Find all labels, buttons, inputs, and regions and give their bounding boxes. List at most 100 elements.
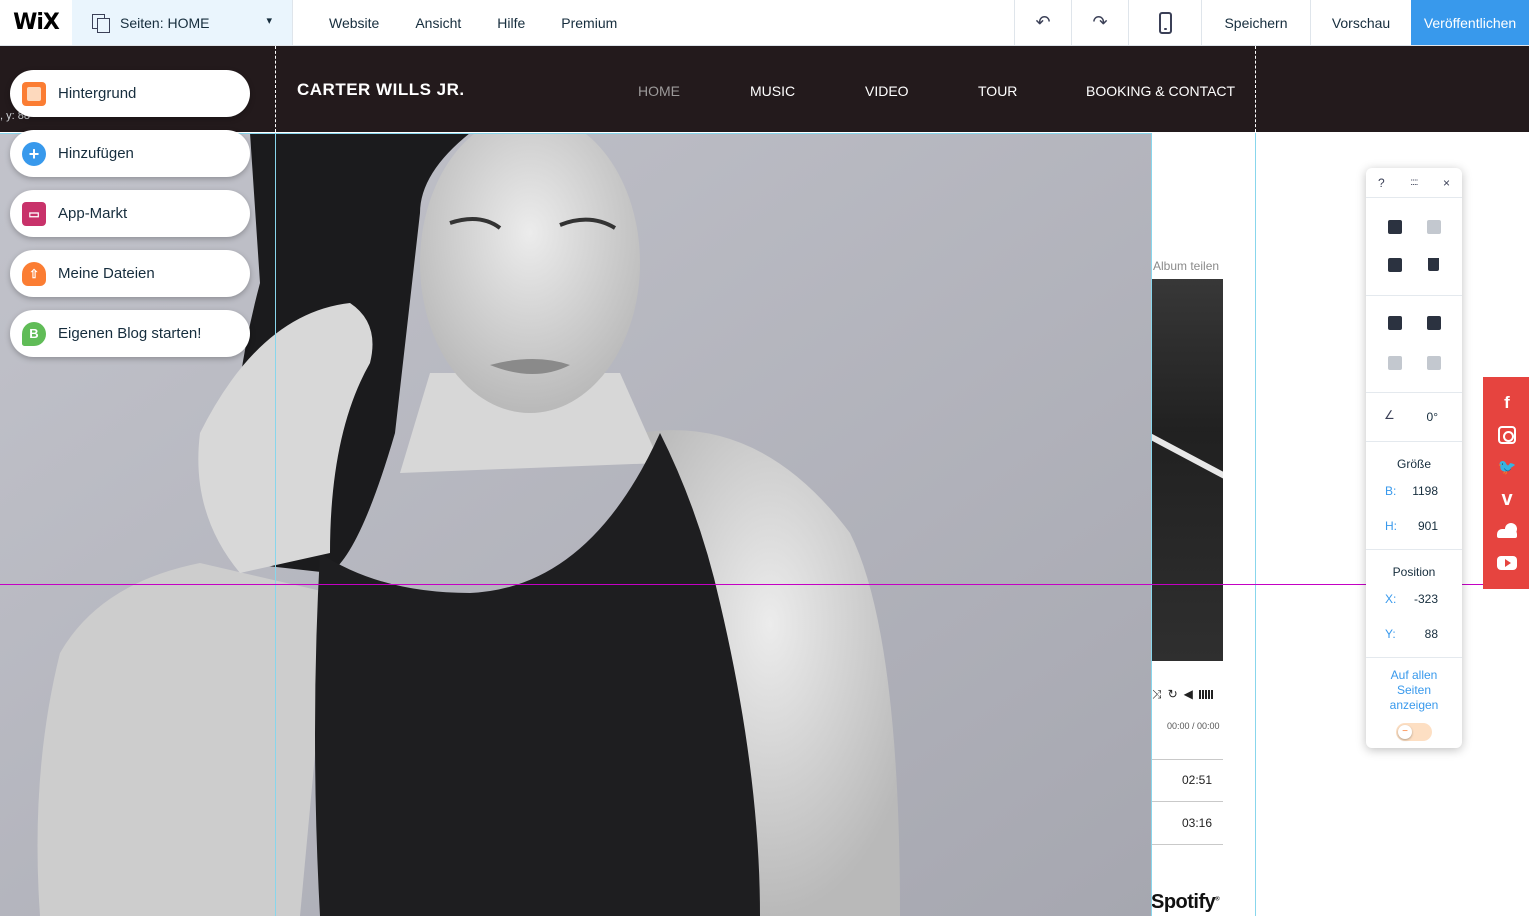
share-album-link[interactable]: Album teilen <box>1153 259 1219 273</box>
header-right-edge <box>1255 46 1256 132</box>
header-left-edge <box>275 46 276 132</box>
pages-dropdown[interactable]: Seiten: HOME ▾ <box>72 0 293 45</box>
site-title[interactable]: CARTER WILLS JR. <box>297 80 465 100</box>
panel-background-button[interactable]: Hintergrund <box>10 70 250 117</box>
repeat-icon[interactable]: ↻ <box>1168 687 1178 701</box>
undo-button[interactable]: ↶ <box>1014 0 1071 45</box>
help-icon[interactable]: ? <box>1378 176 1385 190</box>
height-value[interactable]: 901 <box>1418 519 1438 533</box>
panel-blog-label: Eigenen Blog starten! <box>58 325 202 342</box>
twitter-icon[interactable]: 🐦 <box>1497 457 1517 477</box>
wix-logo[interactable]: WiX <box>0 0 72 45</box>
show-on-all-pages-toggle[interactable]: − <box>1396 723 1432 741</box>
inspector-divider <box>1366 441 1462 442</box>
panel-blog-button[interactable]: B Eigenen Blog starten! <box>10 310 250 357</box>
close-icon[interactable]: × <box>1443 176 1450 190</box>
upload-cloud-icon: ⇧ <box>22 261 46 286</box>
toggle-knob: − <box>1398 725 1412 739</box>
rotation-value[interactable]: 0° <box>1427 410 1438 424</box>
element-inspector-panel: ? :::: × ∠ 0° Größe B: 1198 H: 901 Posit… <box>1366 168 1462 748</box>
distribute-icon[interactable] <box>1388 356 1402 370</box>
inspector-divider <box>1366 657 1462 658</box>
inspector-divider <box>1366 295 1462 296</box>
facebook-icon[interactable]: f <box>1497 393 1517 413</box>
nav-music[interactable]: MUSIC <box>750 83 795 99</box>
inspector-divider <box>1366 392 1462 393</box>
track-duration-2[interactable]: 03:16 <box>1182 816 1212 830</box>
guide-vertical-left <box>275 133 276 916</box>
panel-app-market-label: App-Markt <box>58 205 128 222</box>
guide-horizontal-center <box>0 584 1529 585</box>
spotify-wordmark: Spotify <box>1151 891 1216 913</box>
guide-vertical-photo-edge <box>1151 133 1152 916</box>
soundcloud-shape <box>1497 522 1517 538</box>
inspector-divider <box>1366 549 1462 550</box>
menu-help[interactable]: Hilfe <box>497 15 525 31</box>
player-controls: ⤨ ↻ ◀ <box>1152 686 1224 702</box>
track-divider <box>1152 759 1223 760</box>
mobile-phone-icon <box>1158 11 1172 34</box>
soundcloud-icon[interactable] <box>1497 522 1517 543</box>
editor-top-bar: WiX Seiten: HOME ▾ Website Ansicht Hilfe… <box>0 0 1529 46</box>
rotation-icon: ∠ <box>1384 408 1395 422</box>
width-value[interactable]: 1198 <box>1412 484 1438 498</box>
panel-background-label: Hintergrund <box>58 85 137 102</box>
position-label: Position <box>1392 565 1436 579</box>
paste-icon[interactable] <box>1427 220 1441 234</box>
match-size-icon[interactable] <box>1427 356 1441 370</box>
vimeo-icon[interactable]: v <box>1497 488 1517 510</box>
menu-premium[interactable]: Premium <box>561 15 617 31</box>
redo-icon: ↷ <box>1092 12 1108 32</box>
youtube-shape <box>1497 556 1517 570</box>
pages-label: Seiten: HOME <box>120 14 210 31</box>
align-icon[interactable] <box>1427 316 1441 330</box>
publish-button[interactable]: Veröffentlichen <box>1411 0 1529 45</box>
nav-tour[interactable]: TOUR <box>978 83 1017 99</box>
x-value[interactable]: -323 <box>1414 592 1438 606</box>
menu-view[interactable]: Ansicht <box>415 15 461 31</box>
shuffle-icon[interactable]: ⤨ <box>1152 687 1162 702</box>
nav-booking-contact[interactable]: BOOKING & CONTACT <box>1086 83 1235 99</box>
volume-bars[interactable] <box>1198 689 1213 699</box>
copy-icon[interactable] <box>1388 220 1402 234</box>
redo-button[interactable]: ↷ <box>1071 0 1128 45</box>
y-key: Y: <box>1385 627 1396 641</box>
blog-icon: B <box>22 321 46 346</box>
track-duration-1[interactable]: 02:51 <box>1182 773 1212 787</box>
nav-video[interactable]: VIDEO <box>865 83 909 99</box>
panel-add-button[interactable]: + Hinzufügen <box>10 130 250 177</box>
player-timecode: 00:00 / 00:00 <box>1167 721 1220 731</box>
x-key: X: <box>1385 592 1397 606</box>
y-value[interactable]: 88 <box>1425 627 1438 641</box>
duplicate-icon[interactable] <box>1388 258 1402 272</box>
app-market-icon: ▭ <box>22 201 46 226</box>
width-key: B: <box>1385 484 1397 498</box>
inspector-header: ? :::: × <box>1366 168 1462 198</box>
drag-handle-icon[interactable]: :::: <box>1410 177 1418 188</box>
volume-icon[interactable]: ◀ <box>1184 687 1193 701</box>
spotify-logo: Spotify® <box>1151 891 1220 914</box>
album-cover <box>1152 279 1223 661</box>
nav-home[interactable]: HOME <box>638 83 680 99</box>
panel-app-market-button[interactable]: ▭ App-Markt <box>10 190 250 237</box>
height-key: H: <box>1385 519 1397 533</box>
track-divider <box>1152 844 1223 845</box>
track-divider <box>1152 801 1223 802</box>
editor-menu: Website Ansicht Hilfe Premium <box>293 0 653 45</box>
mobile-view-button[interactable] <box>1128 0 1201 45</box>
instagram-icon[interactable] <box>1497 425 1517 445</box>
save-button[interactable]: Speichern <box>1201 0 1310 45</box>
delete-icon[interactable] <box>1428 258 1439 271</box>
youtube-icon[interactable] <box>1497 553 1517 573</box>
add-icon: + <box>22 141 46 166</box>
guide-vertical-right <box>1255 133 1256 916</box>
panel-my-files-label: Meine Dateien <box>58 265 155 282</box>
social-bar: f 🐦 v <box>1483 377 1529 589</box>
preview-button[interactable]: Vorschau <box>1310 0 1411 45</box>
menu-website[interactable]: Website <box>329 15 379 31</box>
panel-my-files-button[interactable]: ⇧ Meine Dateien <box>10 250 250 297</box>
arrange-icon[interactable] <box>1388 316 1402 330</box>
size-label: Größe <box>1396 457 1431 471</box>
pages-icon <box>92 13 110 33</box>
